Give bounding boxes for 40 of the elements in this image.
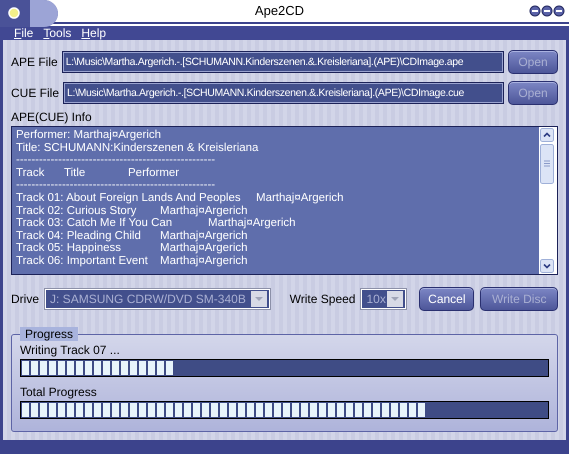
track-performer: Marthaj¤Argerich xyxy=(160,242,248,254)
scroll-up-icon[interactable] xyxy=(540,128,554,142)
track-performer: Marthaj¤Argerich xyxy=(160,204,248,217)
progress-label: Writing Track 07 ... xyxy=(20,343,121,357)
menu-item[interactable]: File xyxy=(14,26,34,40)
column-heading: Title xyxy=(64,166,86,180)
info-text-area[interactable] xyxy=(11,126,558,275)
menu-item[interactable]: Tools xyxy=(43,26,72,40)
track-title: Track 06: Important Event xyxy=(16,254,148,267)
action-button[interactable]: Cancel xyxy=(419,287,474,311)
field-label: CUE File xyxy=(11,86,60,100)
info-line: ---------------------------------------------------- xyxy=(16,179,216,192)
file-path-field[interactable]: L:\Music\Martha.Argerich.-.[SCHUMANN.Kinderszenen.&.Kreisleriana].(APE)\CDImage.cue xyxy=(63,82,504,104)
info-line: ---------------------------------------------------- xyxy=(16,154,216,167)
track-title: Track 05: Happiness xyxy=(16,242,122,254)
track-performer: Marthaj¤Argerich xyxy=(160,254,248,267)
track-title: Track 04: Pleading Child xyxy=(16,230,141,242)
write-speed-label: Write Speed xyxy=(290,292,356,306)
window-title: Ape2CD xyxy=(254,3,306,18)
info-label: APE(CUE) Info xyxy=(11,110,93,124)
column-heading: Performer xyxy=(128,166,180,180)
file-path-field[interactable]: L:\Music\Martha.Argerich.-.[SCHUMANN.Kinderszenen.&.Kreisleriana].(APE)\CDImage.ape xyxy=(62,50,504,72)
drive-label: Drive xyxy=(11,292,40,306)
track-title: Track 03: Catch Me If You Can xyxy=(16,217,172,230)
track-title: Track 01: About Foreign Lands And Peoples xyxy=(16,192,241,204)
info-line: Title: SCHUMANN:Kinderszenen & Kreisleriana xyxy=(16,142,260,154)
scroll-down-icon[interactable] xyxy=(540,259,554,273)
track-performer: Marthaj¤Argerich xyxy=(256,192,344,204)
field-label: APE File xyxy=(11,54,58,68)
scrollbar[interactable] xyxy=(539,127,557,274)
progress-label: Total Progress xyxy=(20,385,98,399)
menu-item[interactable]: Help xyxy=(81,26,106,40)
scroll-thumb-icon[interactable] xyxy=(540,144,554,184)
info-line: Performer: Marthaj¤Argerich xyxy=(16,129,162,142)
track-performer: Marthaj¤Argerich xyxy=(160,230,248,242)
group-title: Progress xyxy=(20,327,78,341)
column-heading: Track xyxy=(16,166,46,180)
track-title: Track 02: Curious Story xyxy=(16,204,136,217)
window-controls-icon[interactable] xyxy=(529,4,565,17)
track-performer: Marthaj¤Argerich xyxy=(208,217,296,230)
